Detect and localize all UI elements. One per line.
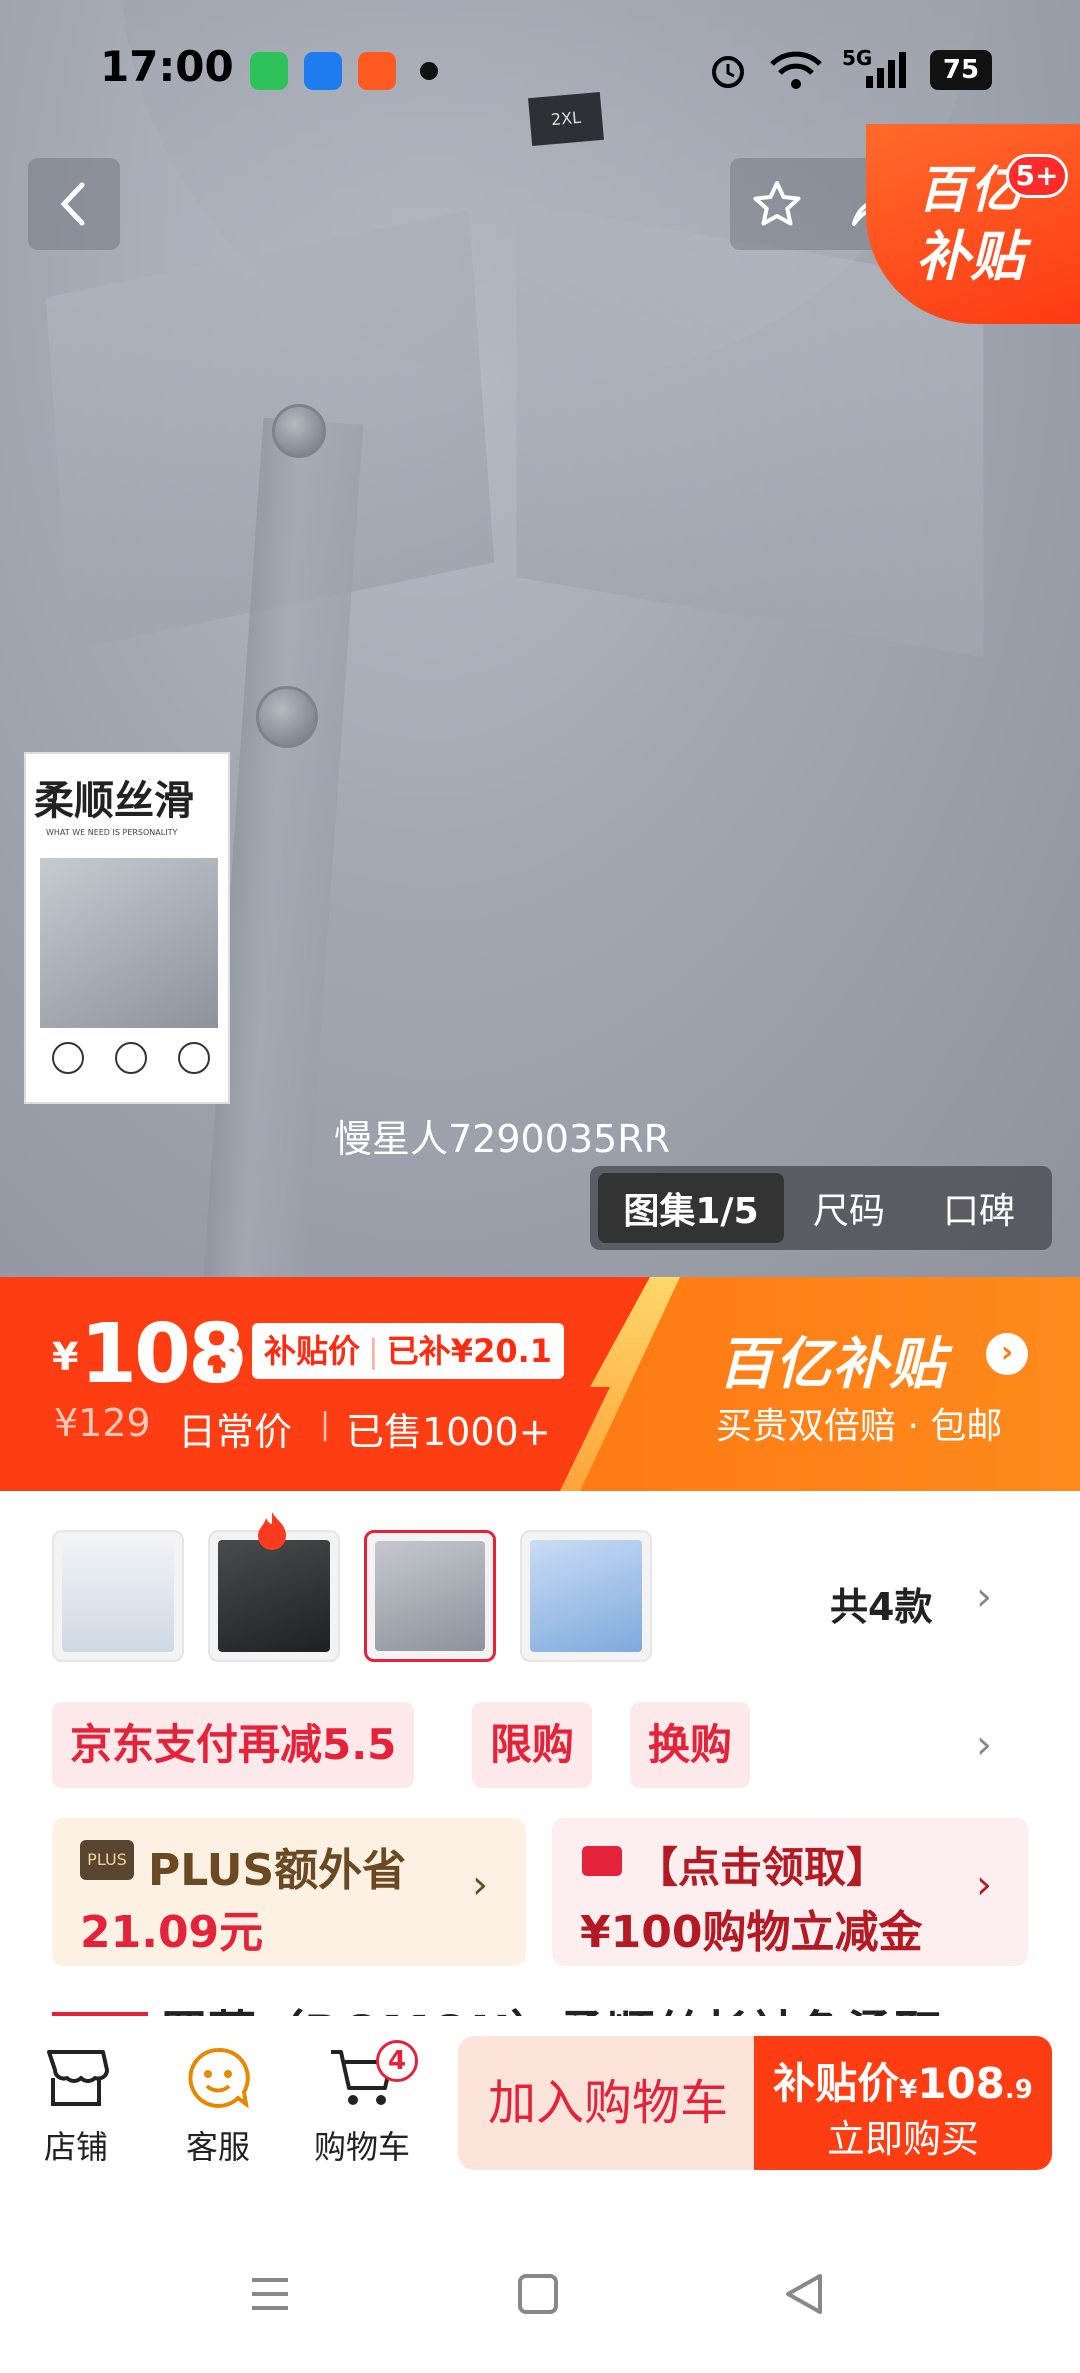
favorite-star-icon[interactable] xyxy=(750,178,804,232)
service-label: 客服 xyxy=(185,2128,250,2166)
original-price: ¥129 xyxy=(54,1401,151,1445)
plus-savings-card[interactable]: PLUS PLUS额外省 21.09元 › xyxy=(52,1818,526,1966)
variant-image xyxy=(530,1540,642,1652)
chevron-right-icon: › xyxy=(472,1862,488,1908)
status-bar: 17:00 5G 75 xyxy=(0,0,1080,140)
coupon-line2: ¥100购物立减金 xyxy=(580,1907,923,1958)
variant-image xyxy=(218,1540,330,1652)
notification-dot-icon xyxy=(420,62,438,80)
shirt-button xyxy=(256,686,318,748)
price-decimal: .9 xyxy=(202,1337,246,1383)
plus-value: 21.09元 xyxy=(80,1907,264,1958)
wifi-icon xyxy=(770,51,822,89)
variant-image xyxy=(375,1541,485,1651)
variant-thumb[interactable] xyxy=(52,1530,184,1662)
promo-jd-pay[interactable]: 京东支付再减5.5 xyxy=(52,1702,415,1788)
separator: | xyxy=(368,1332,379,1370)
shirt-button xyxy=(272,404,326,458)
buy-now-label: 立即购买 xyxy=(826,2117,979,2161)
tab-gallery[interactable]: 图集1/5 xyxy=(598,1173,784,1243)
subsidy-amount: 已补¥20.1 xyxy=(386,1332,553,1370)
card-icon xyxy=(582,1846,622,1876)
chevron-right-icon[interactable]: › xyxy=(986,1333,1028,1375)
variant-thumb[interactable] xyxy=(520,1530,652,1662)
app-icon xyxy=(304,52,342,90)
chevron-left-icon xyxy=(60,182,85,226)
price-banner: ¥ 108 .9 补贴价 | 已补¥20.1 ¥129 日常价 | 已售1000+ … xyxy=(0,1277,1080,1491)
variant-thumb-selected[interactable] xyxy=(364,1530,496,1662)
subsidy-price-tag: 补贴价 | 已补¥20.1 xyxy=(252,1323,565,1379)
store-button[interactable]: 店铺 xyxy=(16,2044,136,2168)
add-to-cart-button[interactable]: 加入购物车 xyxy=(458,2036,758,2170)
inset-icons xyxy=(36,1042,226,1074)
store-label: 店铺 xyxy=(43,2128,108,2166)
watermark: 慢星人7290035RR xyxy=(334,1117,671,1161)
subsidy-badge-line2: 补贴 xyxy=(916,225,1024,288)
buy-price: 补贴价¥108.9 xyxy=(754,2050,1052,2111)
subsidy-price-label: 补贴价 xyxy=(264,1332,361,1370)
promo-exchange[interactable]: 换购 xyxy=(630,1702,751,1788)
sold-count: 已售1000+ xyxy=(346,1410,551,1454)
buy-price-int: 108 xyxy=(917,2059,1005,2108)
chevron-right-icon: › xyxy=(976,1862,992,1908)
separator: | xyxy=(320,1407,331,1442)
fabric-image xyxy=(40,858,218,1028)
media-tabs: 图集1/5 尺码 口碑 xyxy=(590,1166,1052,1250)
coupon-card[interactable]: 【点击领取】 ¥100购物立减金 › xyxy=(552,1818,1028,1966)
chevron-right-icon[interactable]: › xyxy=(976,1574,992,1620)
store-icon xyxy=(47,2050,109,2106)
variant-total[interactable]: 共4款 xyxy=(830,1576,932,1631)
variant-image xyxy=(62,1540,174,1652)
home-icon[interactable] xyxy=(516,2272,560,2316)
back-button[interactable] xyxy=(28,158,120,250)
buy-price-dec: .9 xyxy=(1004,2075,1033,2105)
customer-service-icon xyxy=(188,2047,250,2109)
wechat-icon xyxy=(250,52,288,90)
feature-icon xyxy=(51,1042,84,1074)
inset-heading: 柔顺丝滑 xyxy=(34,777,194,824)
plus-logo-icon: PLUS xyxy=(80,1840,134,1880)
coupon-line1: 【点击领取】 xyxy=(636,1843,889,1892)
menu-icon[interactable] xyxy=(248,2272,292,2316)
cart-label: 购物车 xyxy=(313,2128,410,2166)
app-icon xyxy=(358,52,396,90)
signal-icon xyxy=(866,52,906,88)
notification-count-badge: 5+ xyxy=(1006,154,1068,198)
service-button[interactable]: 客服 xyxy=(158,2044,278,2168)
promo-limit[interactable]: 限购 xyxy=(472,1702,593,1788)
system-navigation-bar xyxy=(0,2230,1080,2373)
brand-subsidy-subtitle: 买贵双倍赔 · 包邮 xyxy=(716,1406,1003,1447)
plus-title: PLUS额外省 xyxy=(148,1845,407,1896)
status-time: 17:00 xyxy=(100,42,234,91)
brand-subsidy-title[interactable]: 百亿补贴 xyxy=(718,1319,946,1400)
back-triangle-icon[interactable] xyxy=(782,2272,826,2316)
buy-price-label: 补贴价 xyxy=(773,2059,900,2108)
tab-size[interactable]: 尺码 xyxy=(784,1173,914,1243)
daily-price-label: 日常价 xyxy=(178,1410,293,1454)
feature-inset-card: 柔顺丝滑 WHAT WE NEED IS PERSONALITY xyxy=(24,752,230,1104)
currency-symbol: ¥ xyxy=(52,1335,79,1379)
chevron-right-icon[interactable]: › xyxy=(976,1722,992,1768)
battery-indicator: 75 xyxy=(930,50,992,90)
buy-price-currency: ¥ xyxy=(899,2075,918,2105)
tab-reviews[interactable]: 口碑 xyxy=(914,1173,1044,1243)
cart-count-badge: 4 xyxy=(376,2040,418,2082)
feature-icon xyxy=(114,1042,147,1074)
hot-fire-icon xyxy=(258,1512,286,1550)
inset-subheading: WHAT WE NEED IS PERSONALITY xyxy=(46,828,178,837)
buy-now-button[interactable]: 补贴价¥108.9 立即购买 xyxy=(754,2036,1052,2170)
alarm-icon xyxy=(712,56,744,88)
feature-icon xyxy=(178,1042,211,1074)
